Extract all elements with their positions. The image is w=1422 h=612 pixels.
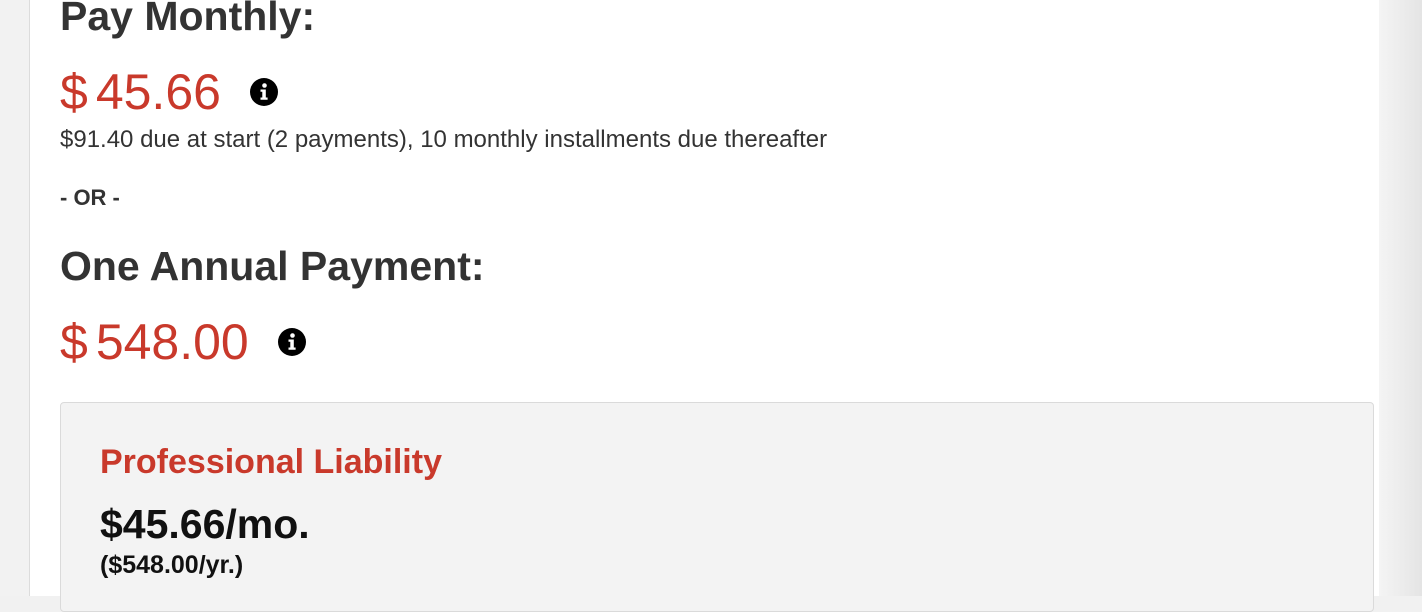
- monthly-price-row: $ 45.66: [60, 62, 279, 122]
- coverage-yearly-price: ($548.00/yr.): [100, 551, 244, 579]
- coverage-title: Professional Liability: [100, 443, 442, 481]
- annual-payment-heading: One Annual Payment:: [60, 243, 485, 289]
- monthly-price: $ 45.66: [60, 62, 221, 122]
- annual-price: $ 548.00: [60, 312, 249, 372]
- info-icon[interactable]: [277, 327, 307, 357]
- annual-price-row: $ 548.00: [60, 312, 307, 372]
- coverage-monthly-price: $45.66/mo.: [100, 501, 310, 547]
- info-icon[interactable]: [249, 77, 279, 107]
- annual-price-amount: 548.00: [95, 314, 249, 370]
- coverage-card: Professional Liability $45.66/mo. ($548.…: [60, 402, 1374, 612]
- monthly-payment-details: $91.40 due at start (2 payments), 10 mon…: [60, 126, 828, 153]
- annual-price-currency: $: [60, 314, 88, 370]
- left-gutter: [0, 0, 29, 596]
- pay-monthly-heading: Pay Monthly:: [60, 0, 316, 39]
- right-edge-shadow: [1379, 0, 1422, 596]
- monthly-price-amount: 45.66: [95, 64, 221, 120]
- monthly-price-currency: $: [60, 64, 88, 120]
- or-separator: - OR -: [60, 185, 120, 210]
